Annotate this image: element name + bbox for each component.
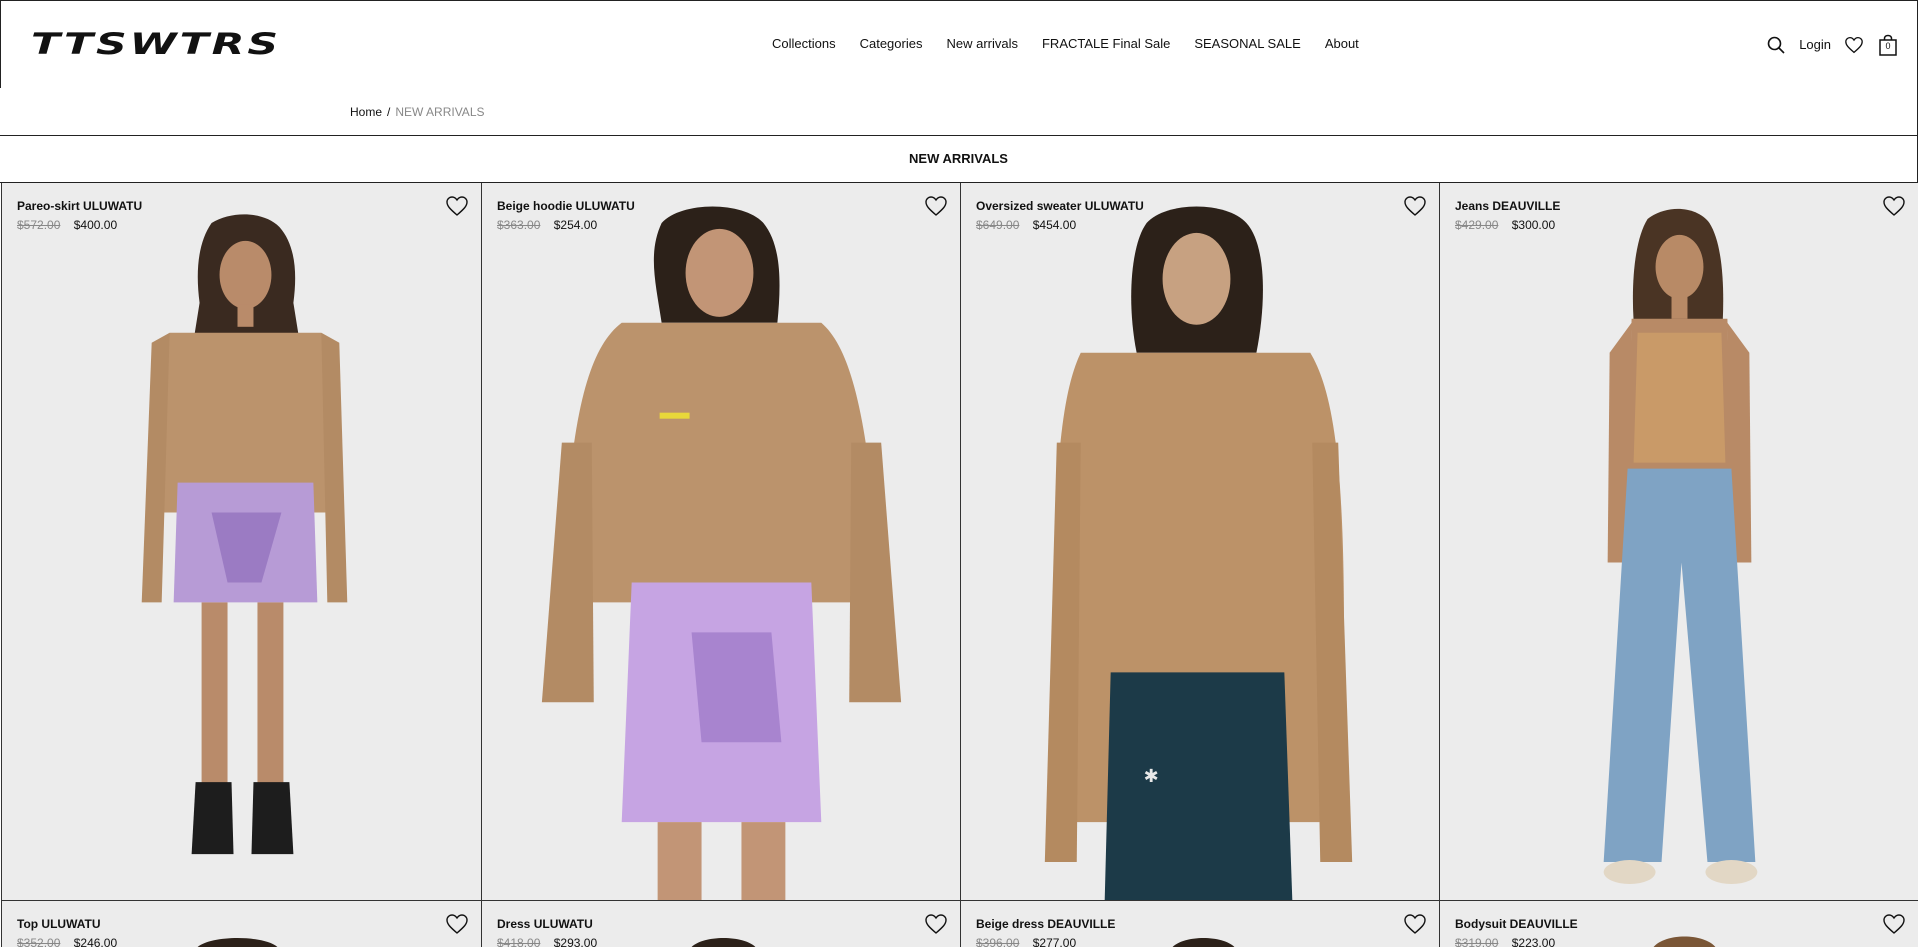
- bag-icon[interactable]: 0: [1877, 33, 1899, 57]
- product-price: $223.00: [1511, 936, 1556, 947]
- product-name[interactable]: Top ULUWATU: [17, 916, 101, 932]
- product-prices: $418.00 $293.00: [497, 935, 597, 947]
- wishlist-heart-icon[interactable]: [1882, 913, 1906, 937]
- product-old-price: $418.00: [497, 936, 541, 947]
- svg-text:✱: ✱: [1144, 766, 1159, 787]
- product-photo[interactable]: [2, 183, 481, 900]
- title-bar: NEW ARRIVALS: [0, 136, 1918, 183]
- product-prices: $363.00 $254.00: [497, 217, 597, 233]
- product-name[interactable]: Bodysuit DEAUVILLE: [1455, 916, 1578, 932]
- product-prices: $572.00 $400.00: [17, 217, 117, 233]
- product-card[interactable]: Top ULUWATU $352.00 $246.00: [1, 901, 481, 947]
- search-icon[interactable]: [1765, 34, 1787, 56]
- wishlist-heart-icon[interactable]: [445, 913, 469, 937]
- wishlist-heart-icon[interactable]: [1882, 195, 1906, 219]
- product-prices: $319.00 $223.00: [1455, 935, 1555, 947]
- product-card[interactable]: Bodysuit DEAUVILLE $319.00 $223.00: [1439, 901, 1918, 947]
- product-prices: $352.00 $246.00: [17, 935, 117, 947]
- product-name[interactable]: Pareo-skirt ULUWATU: [17, 198, 142, 214]
- product-card[interactable]: Jeans DEAUVILLE $429.00 $300.00: [1439, 183, 1918, 901]
- product-card[interactable]: Dress ULUWATU $418.00 $293.00: [481, 901, 960, 947]
- product-prices: $396.00 $277.00: [976, 935, 1076, 947]
- product-old-price: $363.00: [497, 218, 541, 232]
- header-actions: Login 0: [1765, 33, 1899, 57]
- breadcrumb-bar: Home / NEW ARRIVALS: [0, 88, 1918, 136]
- breadcrumb-current: NEW ARRIVALS: [395, 105, 485, 119]
- product-price: $246.00: [73, 936, 118, 947]
- product-card[interactable]: Pareo-skirt ULUWATU $572.00 $400.00: [1, 183, 481, 901]
- page-title: NEW ARRIVALS: [909, 151, 1008, 166]
- wishlist-heart-icon[interactable]: [1403, 913, 1427, 937]
- breadcrumb: Home / NEW ARRIVALS: [350, 104, 485, 120]
- product-card[interactable]: ✱ Oversized sweater ULUWATU $649.00 $454…: [960, 183, 1439, 901]
- product-price: $300.00: [1511, 218, 1556, 232]
- product-card[interactable]: Beige dress DEAUVILLE $396.00 $277.00: [960, 901, 1439, 947]
- product-name[interactable]: Beige hoodie ULUWATU: [497, 198, 635, 214]
- wishlist-heart-icon[interactable]: [1843, 34, 1865, 56]
- nav-categories[interactable]: Categories: [860, 36, 923, 52]
- nav-about[interactable]: About: [1325, 36, 1359, 52]
- main-nav: Collections Categories New arrivals FRAC…: [772, 36, 1359, 52]
- wishlist-heart-icon[interactable]: [924, 195, 948, 219]
- breadcrumb-home[interactable]: Home: [350, 104, 382, 120]
- nav-seasonal-sale[interactable]: SEASONAL SALE: [1194, 36, 1300, 52]
- product-old-price: $429.00: [1455, 218, 1499, 232]
- product-old-price: $396.00: [976, 936, 1020, 947]
- wishlist-heart-icon[interactable]: [924, 913, 948, 937]
- site-header: TTSWTRS Collections Categories New arriv…: [0, 0, 1918, 89]
- product-name[interactable]: Jeans DEAUVILLE: [1455, 198, 1560, 214]
- product-price: $454.00: [1032, 218, 1077, 232]
- product-old-price: $649.00: [976, 218, 1020, 232]
- wishlist-heart-icon[interactable]: [445, 195, 469, 219]
- product-photo[interactable]: ✱: [961, 183, 1439, 900]
- product-photo[interactable]: [482, 183, 960, 900]
- svg-text:TTSWTRS: TTSWTRS: [31, 30, 281, 58]
- product-name[interactable]: Beige dress DEAUVILLE: [976, 916, 1115, 932]
- product-price: $254.00: [553, 218, 598, 232]
- product-grid: Pareo-skirt ULUWATU $572.00 $400.00 Beig…: [1, 183, 1918, 947]
- product-prices: $429.00 $300.00: [1455, 217, 1555, 233]
- product-old-price: $352.00: [17, 936, 61, 947]
- product-name[interactable]: Oversized sweater ULUWATU: [976, 198, 1144, 214]
- nav-collections[interactable]: Collections: [772, 36, 836, 52]
- wishlist-heart-icon[interactable]: [1403, 195, 1427, 219]
- product-name[interactable]: Dress ULUWATU: [497, 916, 593, 932]
- login-link[interactable]: Login: [1799, 37, 1831, 53]
- product-price: $293.00: [553, 936, 598, 947]
- product-price: $400.00: [73, 218, 118, 232]
- product-old-price: $572.00: [17, 218, 61, 232]
- brand-logo[interactable]: TTSWTRS: [31, 30, 283, 58]
- product-prices: $649.00 $454.00: [976, 217, 1076, 233]
- cart-count: 0: [1885, 41, 1891, 51]
- product-card[interactable]: Beige hoodie ULUWATU $363.00 $254.00: [481, 183, 960, 901]
- breadcrumb-separator: /: [387, 105, 391, 119]
- nav-fractale-final-sale[interactable]: FRACTALE Final Sale: [1042, 36, 1170, 52]
- product-old-price: $319.00: [1455, 936, 1499, 947]
- nav-new-arrivals[interactable]: New arrivals: [946, 36, 1018, 52]
- product-photo[interactable]: [1440, 183, 1918, 900]
- product-price: $277.00: [1032, 936, 1077, 947]
